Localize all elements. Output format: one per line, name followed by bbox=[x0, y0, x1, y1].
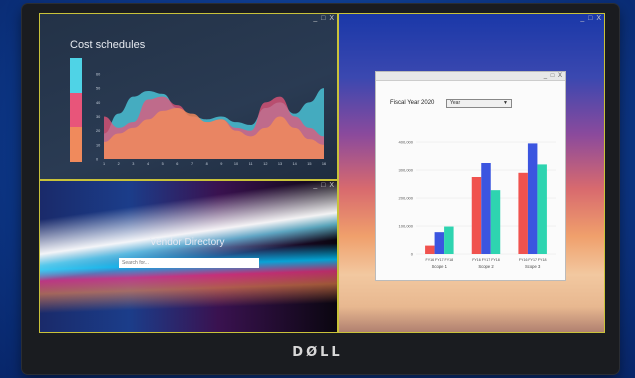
y-tick-label: 40 bbox=[96, 101, 100, 105]
x-tick-label: 2 bbox=[118, 162, 120, 166]
y-tick-label: 20 bbox=[96, 129, 100, 133]
window-controls[interactable]: _ □ X bbox=[580, 14, 602, 23]
bar-sub-label: FY18 bbox=[491, 258, 500, 262]
bar-scope-3-fy18 bbox=[537, 164, 547, 254]
dell-logo: DØLL bbox=[292, 345, 343, 360]
y-tick-label: 10 bbox=[96, 143, 100, 147]
bar-scope-2-fy17 bbox=[481, 163, 491, 254]
vendor-directory-window[interactable]: _ □ X Vendor Directory bbox=[39, 180, 338, 333]
x-tick-label: 14 bbox=[293, 162, 297, 166]
x-tick-label: 9 bbox=[220, 162, 222, 166]
x-tick-label: 8 bbox=[206, 162, 208, 166]
y-tick-label: 400,000 bbox=[399, 140, 414, 145]
y-tick-label: 100,000 bbox=[399, 224, 414, 229]
cost-area-chart: 01020304050601 2 3 4 5 6 7 8 9 10 11 12 13 14 15 16 bbox=[96, 73, 326, 167]
x-tick-label: 15 bbox=[307, 162, 311, 166]
y-tick-label: 50 bbox=[96, 87, 100, 91]
bar-scope-1-fy17 bbox=[434, 232, 445, 254]
x-tick-label: 4 bbox=[147, 162, 149, 166]
bar-scope-3-fy16 bbox=[518, 172, 528, 254]
bar-sub-label: FY16 bbox=[472, 258, 481, 262]
bar-sub-label: FY18 bbox=[445, 258, 454, 262]
bar-sub-label: FY16 bbox=[426, 258, 435, 262]
bar-scope-2-fy16 bbox=[471, 177, 482, 254]
x-tick-label: 7 bbox=[191, 162, 193, 166]
bar-sub-label: FY17 bbox=[528, 258, 537, 262]
fiscal-window[interactable]: _ □ X _ □ X Fiscal Year 2020 Year ▼ 0 100… bbox=[338, 13, 605, 333]
x-tick-label: 1 bbox=[103, 162, 105, 166]
bar-sub-label: FY16 bbox=[519, 258, 528, 262]
window-controls[interactable]: _ □ X bbox=[313, 181, 335, 190]
monitor-screen: _ □ X Cost schedules 0 10 20 30 40 50 60 1 2 3 4 5 6… bbox=[39, 13, 605, 333]
bar-scope-2-fy18 bbox=[490, 190, 501, 254]
y-tick-label: 0 bbox=[411, 252, 414, 257]
category-label: Scope 1 bbox=[432, 264, 448, 269]
bar-scope-3-fy17 bbox=[527, 143, 538, 254]
x-tick-label: 3 bbox=[132, 162, 134, 166]
fiscal-bar-chart: 0100,000200,000300,000400,000FY16 FY17 FY1… bbox=[399, 140, 556, 269]
fiscal-chart-panel[interactable]: _ □ X Fiscal Year 2020 Year ▼ 0 100,000 20… bbox=[375, 71, 566, 281]
y-tick-label: 30 bbox=[96, 115, 100, 119]
light-streak-background bbox=[40, 181, 337, 332]
x-tick-label: 6 bbox=[176, 162, 178, 166]
x-tick-label: 5 bbox=[162, 162, 164, 166]
x-tick-label: 16 bbox=[322, 162, 326, 166]
bar-sub-label: FY18 bbox=[538, 258, 547, 262]
category-label: Scope 3 bbox=[525, 264, 541, 269]
y-tick-label: 60 bbox=[96, 73, 100, 77]
bar-sub-label: FY17 bbox=[482, 258, 491, 262]
cost-schedules-window[interactable]: _ □ X Cost schedules 0 10 20 30 40 50 60 1 2 3 4 5 6… bbox=[39, 13, 338, 180]
vendor-search-input[interactable] bbox=[119, 258, 259, 268]
x-tick-label: 12 bbox=[263, 162, 267, 166]
bar-scope-1-fy16 bbox=[425, 245, 435, 254]
y-tick-label: 300,000 bbox=[399, 168, 414, 173]
bar-sub-label: FY17 bbox=[435, 258, 444, 262]
category-label: Scope 2 bbox=[478, 264, 494, 269]
x-tick-label: 13 bbox=[278, 162, 282, 166]
vendor-directory-title: Vendor Directory bbox=[150, 237, 225, 248]
bar-scope-1-fy18 bbox=[444, 226, 454, 254]
y-tick-label: 200,000 bbox=[399, 196, 414, 201]
x-tick-label: 10 bbox=[234, 162, 238, 166]
y-tick-label: 0 bbox=[96, 158, 98, 162]
x-tick-label: 11 bbox=[249, 162, 253, 166]
